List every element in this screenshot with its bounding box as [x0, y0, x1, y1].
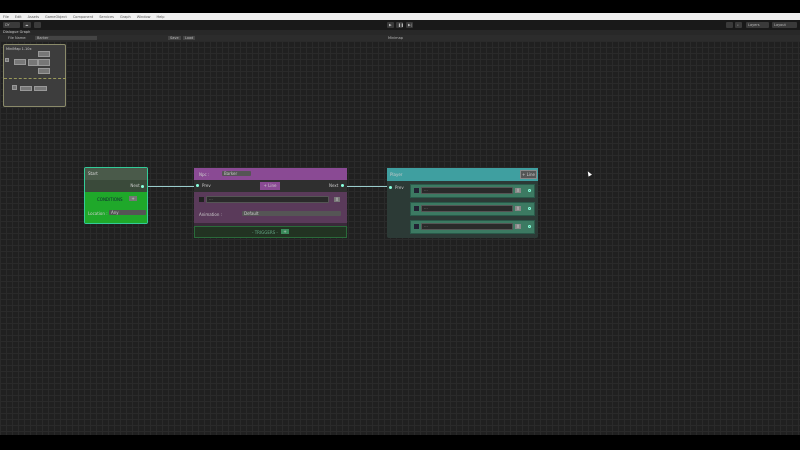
menu-edit[interactable]: Edit: [15, 15, 22, 19]
triggers-label: - TRIGGERS -: [252, 230, 278, 235]
menu-services[interactable]: Services: [99, 15, 114, 19]
connection-start-npc: [147, 186, 195, 187]
start-node-title: Start: [85, 168, 147, 180]
menu-file[interactable]: File: [3, 15, 9, 19]
prev-port[interactable]: [196, 184, 199, 187]
layers-dropdown[interactable]: Layers: [746, 22, 769, 28]
step-button[interactable]: ▶|: [406, 22, 413, 28]
line-output-port[interactable]: [528, 207, 531, 210]
search-icon[interactable]: ⌕: [735, 22, 742, 28]
account-button[interactable]: DY: [3, 22, 20, 28]
portrait-icon: [414, 188, 419, 193]
npc-dropdown[interactable]: Barker: [222, 171, 251, 176]
start-node[interactable]: Start Next CONDITIONS + Location : Any: [84, 167, 148, 224]
main-toolbar: DY ☁ ▶ ❚❚ ▶| ⌕ Layers Layout: [0, 20, 800, 30]
minimap[interactable]: MiniMap 1.10x: [3, 44, 66, 107]
graph-canvas[interactable]: [0, 41, 800, 435]
file-name-field[interactable]: Barker: [35, 36, 97, 40]
menu-help[interactable]: Help: [157, 15, 165, 19]
menu-graph[interactable]: Graph: [120, 15, 131, 19]
history-icon[interactable]: [726, 22, 733, 28]
animation-dropdown[interactable]: Default: [242, 211, 341, 216]
animation-label: Animation :: [199, 212, 223, 217]
portrait-icon: [199, 197, 204, 202]
line-output-port[interactable]: [528, 225, 531, 228]
file-name-label: File Name:: [8, 36, 27, 40]
menu-window[interactable]: Window: [137, 15, 151, 19]
line-text-field[interactable]: ...: [421, 187, 513, 194]
line-text-field[interactable]: ...: [421, 223, 513, 230]
prev-port-label: Prev: [202, 183, 211, 188]
add-line-button[interactable]: + Line: [520, 170, 537, 179]
save-button[interactable]: Save: [168, 36, 181, 40]
portrait-icon: [414, 224, 419, 229]
remove-line-button[interactable]: X: [515, 188, 521, 193]
connection-npc-player: [344, 186, 390, 187]
minimap-toggle[interactable]: Minimap: [386, 36, 405, 40]
player-line-2: ... X: [410, 202, 535, 216]
portrait-icon: [414, 206, 419, 211]
prev-port-label: Prev: [395, 185, 404, 190]
next-port[interactable]: [341, 184, 344, 187]
location-label: Location :: [88, 211, 108, 216]
prev-port[interactable]: [389, 186, 392, 189]
next-port[interactable]: [141, 184, 144, 188]
next-port-label: Next: [130, 183, 140, 188]
line-text-field[interactable]: ...: [206, 196, 329, 203]
npc-label: Npc :: [199, 172, 210, 177]
cloud-icon[interactable]: ☁: [23, 22, 31, 28]
location-dropdown[interactable]: Any: [109, 210, 146, 215]
next-port-label: Next: [329, 183, 339, 188]
player-line-3: ... X: [410, 220, 535, 234]
remove-line-button[interactable]: X: [334, 197, 340, 202]
menu-component[interactable]: Component: [73, 15, 93, 19]
npc-node[interactable]: Npc : Barker Prev + Line Next ... X Anim…: [194, 168, 347, 238]
conditions-label: CONDITIONS: [97, 197, 123, 202]
add-line-button[interactable]: + Line: [260, 182, 280, 190]
collab-icon[interactable]: [34, 22, 41, 28]
remove-line-button[interactable]: X: [515, 206, 521, 211]
player-line-1: ... X: [410, 184, 535, 198]
play-button[interactable]: ▶: [387, 22, 394, 28]
add-condition-button[interactable]: +: [129, 196, 137, 201]
load-button[interactable]: Load: [183, 36, 196, 40]
add-trigger-button[interactable]: +: [281, 229, 289, 234]
player-node-title: Player: [390, 172, 403, 177]
menu-bar: File Edit Assets GameObject Component Se…: [0, 13, 800, 20]
line-output-port[interactable]: [528, 189, 531, 192]
menu-assets[interactable]: Assets: [28, 15, 39, 19]
layout-dropdown[interactable]: Layout: [772, 22, 797, 28]
line-text-field[interactable]: ...: [421, 205, 513, 212]
player-node[interactable]: Player + Line Prev ... X ... X ... X: [387, 168, 538, 238]
menu-gameobject[interactable]: GameObject: [45, 15, 67, 19]
remove-line-button[interactable]: X: [515, 224, 521, 229]
minimap-title: MiniMap 1.10x: [6, 47, 32, 51]
pause-button[interactable]: ❚❚: [396, 22, 404, 28]
